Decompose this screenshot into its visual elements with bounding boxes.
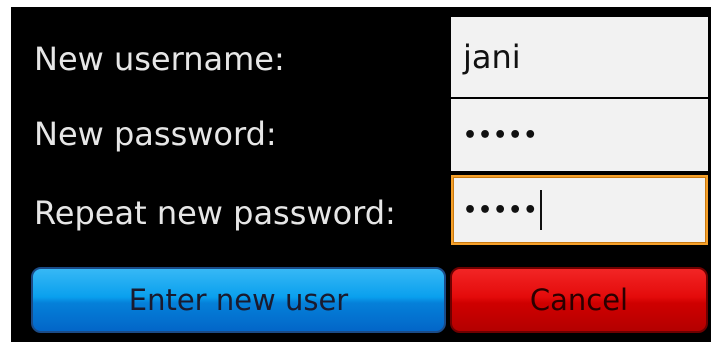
enter-new-user-label: Enter new user	[128, 283, 349, 317]
username-value: jani	[463, 38, 521, 76]
repeat-password-label: Repeat new password:	[34, 194, 396, 232]
enter-new-user-button[interactable]: Enter new user	[31, 267, 446, 333]
username-input[interactable]: jani	[451, 17, 708, 97]
cancel-button[interactable]: Cancel	[450, 267, 708, 333]
password-input[interactable]: •••••	[451, 99, 708, 171]
password-label: New password:	[34, 115, 277, 153]
repeat-password-mask: •••••	[463, 197, 539, 223]
repeat-password-input[interactable]: •••••	[451, 175, 708, 245]
cancel-label: Cancel	[529, 283, 629, 317]
new-user-dialog: New username: jani New password: ••••• R…	[11, 7, 711, 342]
password-mask: •••••	[463, 122, 539, 148]
username-label: New username:	[34, 40, 285, 78]
text-cursor	[540, 190, 543, 230]
